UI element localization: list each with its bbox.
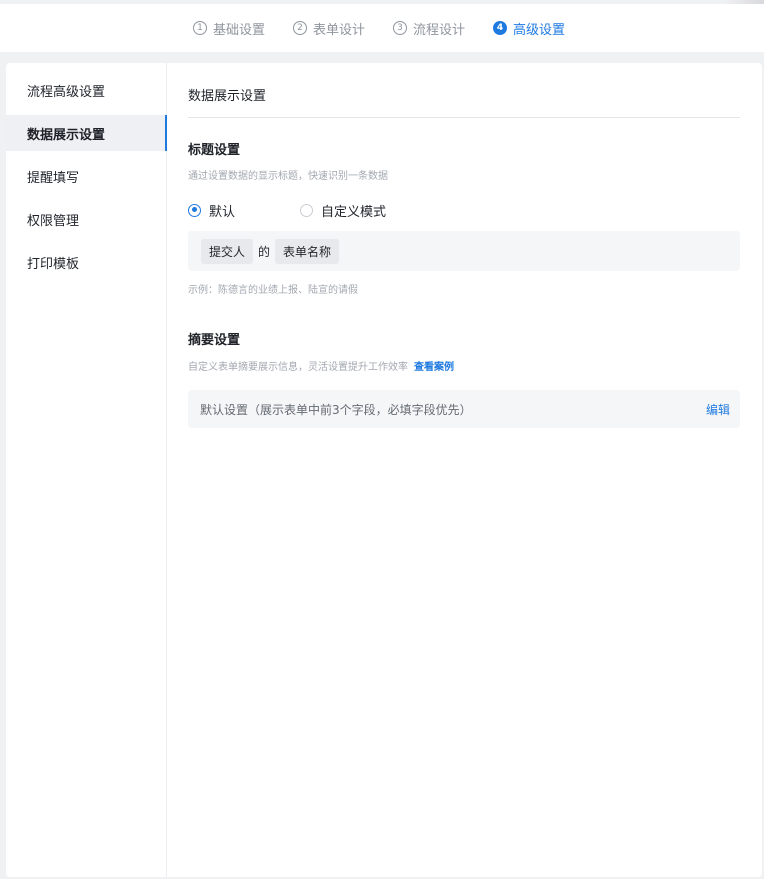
step-basic-settings[interactable]: 1 基础设置 [192, 19, 265, 38]
radio-unchecked-icon [300, 203, 314, 217]
steps: 1 基础设置 2 表单设计 3 流程设计 4 高级设置 [192, 19, 565, 38]
summary-box: 默认设置（展示表单中前3个字段，必填字段优先） 编辑 [188, 390, 740, 428]
radio-label: 自定义模式 [321, 204, 387, 220]
title-example: 示例：陈德言的业绩上报、陆宣的请假 [188, 285, 358, 296]
summary-default-text: 默认设置（展示表单中前3个字段，必填字段优先） [200, 402, 472, 417]
step-label: 基础设置 [212, 22, 265, 38]
radio-custom-mode[interactable]: 自定义模式 [300, 201, 386, 220]
sidebar-item-print-template[interactable]: 打印模板 [6, 244, 166, 280]
step-form-design[interactable]: 2 表单设计 [292, 19, 365, 38]
summary-settings-description: 自定义表单摘要展示信息，灵活设置提升工作效率 [188, 362, 408, 373]
step-number-1: 1 [192, 21, 207, 35]
sidebar-item-label: 流程高级设置 [27, 84, 106, 100]
radio-checked-icon [188, 203, 201, 217]
content-panel: 数据展示设置 标题设置 通过设置数据的显示标题，快速识别一条数据 默认 自定义模… [167, 63, 762, 877]
sidebar-item-label: 权限管理 [27, 213, 80, 229]
radio-default[interactable]: 默认 [188, 201, 235, 220]
step-number-2: 2 [292, 21, 307, 35]
summary-settings-heading: 摘要设置 [188, 333, 241, 348]
view-example-link[interactable]: 查看案例 [414, 358, 454, 373]
step-number-4: 4 [493, 21, 508, 35]
sidebar-item-reminder[interactable]: 提醒填写 [6, 158, 166, 194]
step-process-design[interactable]: 3 流程设计 [393, 19, 465, 38]
step-number-3: 3 [393, 21, 407, 35]
sidebar-item-process-advanced[interactable]: 流程高级设置 [6, 72, 166, 108]
title-settings-heading: 标题设置 [188, 143, 241, 158]
settings-card: 流程高级设置 数据展示设置 提醒填写 权限管理 打印模板 数据展示设置 标题设置… [6, 63, 762, 877]
radio-label: 默认 [209, 204, 236, 220]
edit-summary-button[interactable]: 编辑 [706, 401, 730, 418]
sidebar-item-permissions[interactable]: 权限管理 [6, 201, 166, 237]
sidebar-item-data-display[interactable]: 数据展示设置 [6, 115, 167, 151]
title-format-box[interactable]: 提交人 的 表单名称 [188, 231, 740, 271]
title-connector: 的 [258, 244, 271, 259]
step-label: 高级设置 [513, 22, 566, 38]
sidebar-item-label: 提醒填写 [27, 170, 80, 186]
chip-submitter[interactable]: 提交人 [201, 238, 254, 264]
step-label: 表单设计 [312, 22, 365, 38]
chip-form-name[interactable]: 表单名称 [275, 238, 340, 264]
panel-title: 数据展示设置 [188, 63, 740, 118]
step-bar: 1 基础设置 2 表单设计 3 流程设计 4 高级设置 [0, 4, 764, 52]
settings-sidebar: 流程高级设置 数据展示设置 提醒填写 权限管理 打印模板 [6, 63, 167, 877]
step-label: 流程设计 [413, 22, 466, 38]
title-mode-radio-group: 默认 自定义模式 [188, 201, 740, 220]
sidebar-item-label: 数据展示设置 [27, 127, 106, 143]
sidebar-item-label: 打印模板 [27, 256, 80, 272]
summary-settings-description-row: 自定义表单摘要展示信息，灵活设置提升工作效率 查看案例 [188, 358, 740, 373]
title-settings-description: 通过设置数据的显示标题，快速识别一条数据 [188, 171, 388, 182]
step-advanced-settings[interactable]: 4 高级设置 [493, 19, 565, 38]
